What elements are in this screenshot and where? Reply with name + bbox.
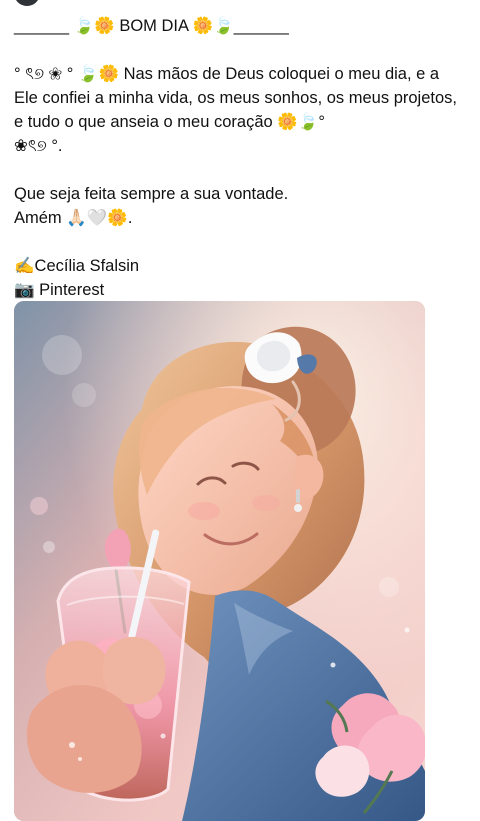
post-paragraph-good-morning: ______ 🍃🌼 BOM DIA 🌼🍃______ xyxy=(14,17,289,35)
post-image[interactable] xyxy=(14,301,425,821)
post-text: ______ 🍃🌼 BOM DIA 🌼🍃______ ° ৎ୭ ❀ ° 🍃🌼 N… xyxy=(14,14,466,302)
post-paragraph-amen: Que seja feita sempre a sua vontade. Amé… xyxy=(14,185,289,227)
post-paragraph-prayer: ° ৎ୭ ❀ ° 🍃🌼 Nas mãos de Deus coloquei o … xyxy=(14,65,457,155)
avatar[interactable] xyxy=(14,0,40,6)
post: ______ 🍃🌼 BOM DIA 🌼🍃______ ° ৎ୭ ❀ ° 🍃🌼 N… xyxy=(14,14,466,302)
illustration xyxy=(14,301,425,821)
post-paragraph-credits: ✍️Cecília Sfalsin 📷 Pinterest xyxy=(14,257,140,299)
